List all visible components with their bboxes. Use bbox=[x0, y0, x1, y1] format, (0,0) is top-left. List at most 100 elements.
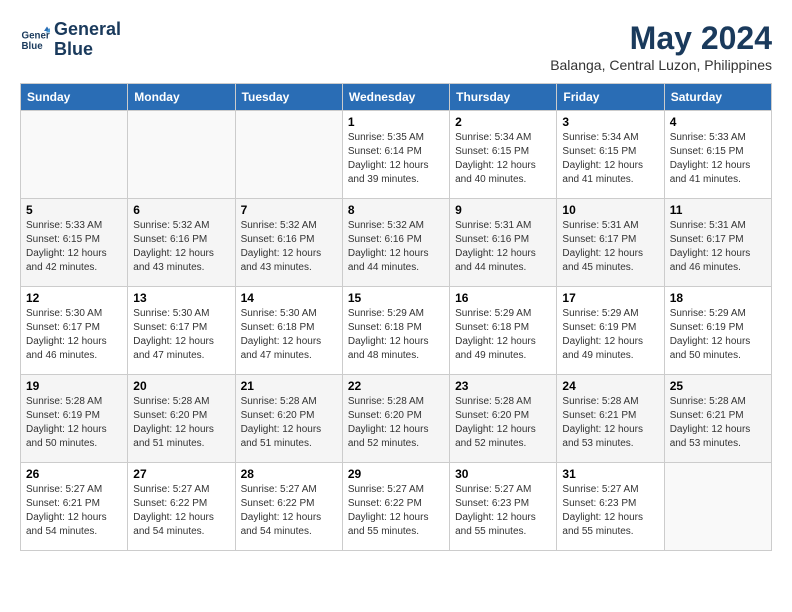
calendar-week-row: 12Sunrise: 5:30 AM Sunset: 6:17 PM Dayli… bbox=[21, 287, 772, 375]
day-info: Sunrise: 5:34 AM Sunset: 6:15 PM Dayligh… bbox=[562, 131, 658, 187]
calendar-day-cell: 11 Sunrise: 5:31 AM Sunset: 6:17 PM Dayli… bbox=[664, 199, 771, 287]
day-info: Sunrise: 5:28 AM Sunset: 6:21 PM Dayligh… bbox=[562, 395, 658, 451]
calendar-day-cell: 29 Sunrise: 5:27 AM Sunset: 6:22 PM Dayli… bbox=[342, 463, 449, 551]
day-info: Sunrise: 5:27 AM Sunset: 6:22 PM Dayligh… bbox=[241, 483, 337, 539]
calendar-day-cell: 6Sunrise: 5:32 AM Sunset: 6:16 PM Daylig… bbox=[128, 199, 235, 287]
weekday-header-row: SundayMondayTuesdayWednesdayThursdayFrid… bbox=[21, 84, 772, 111]
day-info: Sunrise: 5:32 AM Sunset: 6:16 PM Dayligh… bbox=[348, 219, 444, 275]
day-info: Sunrise: 5:29 AM Sunset: 6:19 PM Dayligh… bbox=[670, 307, 766, 363]
month-title: May 2024 bbox=[550, 20, 772, 57]
day-info: Sunrise: 5:28 AM Sunset: 6:19 PM Dayligh… bbox=[26, 395, 122, 451]
calendar-week-row: 1Sunrise: 5:35 AM Sunset: 6:14 PM Daylig… bbox=[21, 111, 772, 199]
calendar-day-cell: 23 Sunrise: 5:28 AM Sunset: 6:20 PM Dayli… bbox=[450, 375, 557, 463]
calendar-day-cell: 9 Sunrise: 5:31 AM Sunset: 6:16 PM Daylig… bbox=[450, 199, 557, 287]
day-info: Sunrise: 5:27 AM Sunset: 6:23 PM Dayligh… bbox=[455, 483, 551, 539]
calendar-day-cell: 24 Sunrise: 5:28 AM Sunset: 6:21 PM Dayli… bbox=[557, 375, 664, 463]
day-number: 8 bbox=[348, 203, 444, 217]
day-info: Sunrise: 5:29 AM Sunset: 6:19 PM Dayligh… bbox=[562, 307, 658, 363]
day-number: 2 bbox=[455, 115, 551, 129]
calendar-day-cell: 5 Sunrise: 5:33 AM Sunset: 6:15 PM Daylig… bbox=[21, 199, 128, 287]
page-header: General Blue General Blue May 2024 Balan… bbox=[20, 20, 772, 73]
day-number: 19 bbox=[26, 379, 122, 393]
day-info: Sunrise: 5:27 AM Sunset: 6:21 PM Dayligh… bbox=[26, 483, 122, 539]
logo-icon: General Blue bbox=[20, 25, 50, 55]
day-number: 17 bbox=[562, 291, 658, 305]
day-number: 4 bbox=[670, 115, 766, 129]
day-number: 22 bbox=[348, 379, 444, 393]
day-number: 20 bbox=[133, 379, 229, 393]
day-number: 29 bbox=[348, 467, 444, 481]
day-number: 14 bbox=[241, 291, 337, 305]
calendar-day-cell bbox=[664, 463, 771, 551]
calendar-day-cell: 2 Sunrise: 5:34 AM Sunset: 6:15 PM Daylig… bbox=[450, 111, 557, 199]
calendar-day-cell: 19 Sunrise: 5:28 AM Sunset: 6:19 PM Dayli… bbox=[21, 375, 128, 463]
calendar-week-row: 19 Sunrise: 5:28 AM Sunset: 6:19 PM Dayli… bbox=[21, 375, 772, 463]
day-info: Sunrise: 5:28 AM Sunset: 6:21 PM Dayligh… bbox=[670, 395, 766, 451]
day-number: 6 bbox=[133, 203, 229, 217]
day-number: 13 bbox=[133, 291, 229, 305]
calendar-day-cell bbox=[235, 111, 342, 199]
calendar-week-row: 26 Sunrise: 5:27 AM Sunset: 6:21 PM Dayli… bbox=[21, 463, 772, 551]
day-number: 11 bbox=[670, 203, 766, 217]
calendar-day-cell: 13Sunrise: 5:30 AM Sunset: 6:17 PM Dayli… bbox=[128, 287, 235, 375]
day-number: 7 bbox=[241, 203, 337, 217]
calendar-day-cell: 12Sunrise: 5:30 AM Sunset: 6:17 PM Dayli… bbox=[21, 287, 128, 375]
day-number: 23 bbox=[455, 379, 551, 393]
day-info: Sunrise: 5:35 AM Sunset: 6:14 PM Dayligh… bbox=[348, 131, 444, 187]
day-number: 21 bbox=[241, 379, 337, 393]
day-number: 24 bbox=[562, 379, 658, 393]
day-number: 28 bbox=[241, 467, 337, 481]
day-number: 3 bbox=[562, 115, 658, 129]
day-info: Sunrise: 5:33 AM Sunset: 6:15 PM Dayligh… bbox=[26, 219, 122, 275]
day-number: 10 bbox=[562, 203, 658, 217]
day-info: Sunrise: 5:27 AM Sunset: 6:22 PM Dayligh… bbox=[348, 483, 444, 539]
calendar-day-cell bbox=[128, 111, 235, 199]
calendar-day-cell: 15 Sunrise: 5:29 AM Sunset: 6:18 PM Dayli… bbox=[342, 287, 449, 375]
calendar-day-cell: 31Sunrise: 5:27 AM Sunset: 6:23 PM Dayli… bbox=[557, 463, 664, 551]
day-number: 9 bbox=[455, 203, 551, 217]
weekday-header-cell: Tuesday bbox=[235, 84, 342, 111]
day-info: Sunrise: 5:28 AM Sunset: 6:20 PM Dayligh… bbox=[455, 395, 551, 451]
day-number: 15 bbox=[348, 291, 444, 305]
title-block: May 2024 Balanga, Central Luzon, Philipp… bbox=[550, 20, 772, 73]
weekday-header-cell: Saturday bbox=[664, 84, 771, 111]
weekday-header-cell: Friday bbox=[557, 84, 664, 111]
day-number: 18 bbox=[670, 291, 766, 305]
day-info: Sunrise: 5:34 AM Sunset: 6:15 PM Dayligh… bbox=[455, 131, 551, 187]
calendar-day-cell: 8 Sunrise: 5:32 AM Sunset: 6:16 PM Daylig… bbox=[342, 199, 449, 287]
day-info: Sunrise: 5:28 AM Sunset: 6:20 PM Dayligh… bbox=[348, 395, 444, 451]
day-info: Sunrise: 5:27 AM Sunset: 6:22 PM Dayligh… bbox=[133, 483, 229, 539]
day-info: Sunrise: 5:28 AM Sunset: 6:20 PM Dayligh… bbox=[241, 395, 337, 451]
day-number: 27 bbox=[133, 467, 229, 481]
calendar-week-row: 5 Sunrise: 5:33 AM Sunset: 6:15 PM Daylig… bbox=[21, 199, 772, 287]
day-number: 25 bbox=[670, 379, 766, 393]
day-info: Sunrise: 5:31 AM Sunset: 6:17 PM Dayligh… bbox=[670, 219, 766, 275]
weekday-header-cell: Sunday bbox=[21, 84, 128, 111]
calendar-day-cell: 3 Sunrise: 5:34 AM Sunset: 6:15 PM Daylig… bbox=[557, 111, 664, 199]
calendar-body: 1Sunrise: 5:35 AM Sunset: 6:14 PM Daylig… bbox=[21, 111, 772, 551]
day-number: 12 bbox=[26, 291, 122, 305]
weekday-header-cell: Wednesday bbox=[342, 84, 449, 111]
calendar-day-cell: 10 Sunrise: 5:31 AM Sunset: 6:17 PM Dayli… bbox=[557, 199, 664, 287]
day-info: Sunrise: 5:33 AM Sunset: 6:15 PM Dayligh… bbox=[670, 131, 766, 187]
day-number: 26 bbox=[26, 467, 122, 481]
calendar-day-cell bbox=[21, 111, 128, 199]
logo: General Blue General Blue bbox=[20, 20, 121, 60]
day-number: 5 bbox=[26, 203, 122, 217]
svg-text:Blue: Blue bbox=[22, 41, 44, 52]
day-info: Sunrise: 5:32 AM Sunset: 6:16 PM Dayligh… bbox=[241, 219, 337, 275]
calendar-day-cell: 17 Sunrise: 5:29 AM Sunset: 6:19 PM Dayli… bbox=[557, 287, 664, 375]
calendar-day-cell: 26 Sunrise: 5:27 AM Sunset: 6:21 PM Dayli… bbox=[21, 463, 128, 551]
location: Balanga, Central Luzon, Philippines bbox=[550, 57, 772, 73]
day-number: 16 bbox=[455, 291, 551, 305]
weekday-header-cell: Monday bbox=[128, 84, 235, 111]
calendar-day-cell: 27 Sunrise: 5:27 AM Sunset: 6:22 PM Dayli… bbox=[128, 463, 235, 551]
calendar-day-cell: 4 Sunrise: 5:33 AM Sunset: 6:15 PM Daylig… bbox=[664, 111, 771, 199]
day-info: Sunrise: 5:31 AM Sunset: 6:17 PM Dayligh… bbox=[562, 219, 658, 275]
day-info: Sunrise: 5:29 AM Sunset: 6:18 PM Dayligh… bbox=[348, 307, 444, 363]
calendar-day-cell: 30Sunrise: 5:27 AM Sunset: 6:23 PM Dayli… bbox=[450, 463, 557, 551]
calendar-day-cell: 16Sunrise: 5:29 AM Sunset: 6:18 PM Dayli… bbox=[450, 287, 557, 375]
day-info: Sunrise: 5:28 AM Sunset: 6:20 PM Dayligh… bbox=[133, 395, 229, 451]
day-info: Sunrise: 5:31 AM Sunset: 6:16 PM Dayligh… bbox=[455, 219, 551, 275]
weekday-header-cell: Thursday bbox=[450, 84, 557, 111]
